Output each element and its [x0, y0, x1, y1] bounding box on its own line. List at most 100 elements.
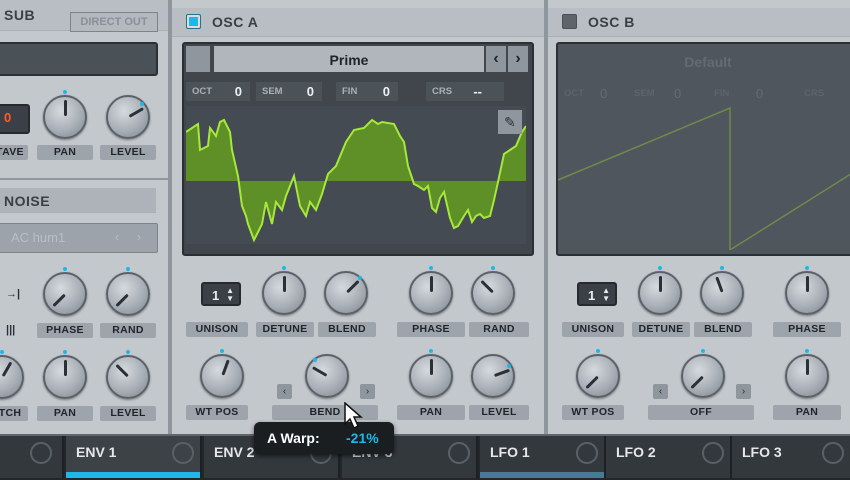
osc-a-blend-knob[interactable] — [324, 271, 368, 315]
noise-title: NOISE — [4, 193, 51, 209]
direct-out-button[interactable]: DIRECT OUT — [70, 12, 158, 32]
osc-a-detune-knob[interactable] — [262, 266, 306, 315]
noise-rand-knob[interactable] — [106, 267, 150, 316]
noise-phase-label: PHASE — [37, 323, 93, 338]
osc-b-sem-label: SEM — [634, 88, 655, 99]
noise-prev-icon[interactable]: ‹ — [115, 230, 119, 244]
tab-lfo-1[interactable]: LFO 1 — [480, 436, 606, 478]
warp-tooltip: A Warp: -21% — [254, 422, 394, 454]
osc-b-title: OSC B — [588, 14, 635, 30]
noise-pitch-label: TCH — [0, 406, 28, 421]
osc-a-crs-value: -- — [473, 84, 482, 99]
osc-a-fin-param[interactable]: FIN 0 — [336, 82, 398, 101]
osc-a-crs-param[interactable]: CRS -- — [426, 82, 504, 101]
stepper-arrows-icon: ▲ ▼ — [226, 286, 234, 303]
osc-b-warp-knob[interactable] — [681, 349, 725, 398]
tab-env-1[interactable]: ENV 1 — [66, 436, 202, 478]
osc-a-warp-prev-button[interactable]: ‹ — [277, 384, 292, 399]
osc-a-fin-label: FIN — [342, 86, 358, 97]
keytrack-icon[interactable]: →| — [6, 288, 20, 300]
sub-octave-value: 0 — [4, 110, 12, 125]
osc-a-prev-wt-button[interactable]: ‹ — [486, 46, 506, 72]
mouse-cursor-icon — [344, 402, 363, 430]
osc-b-blend-knob[interactable] — [700, 266, 744, 315]
osc-a-title: OSC A — [212, 14, 259, 30]
osc-a-oct-param[interactable]: OCT 0 — [186, 82, 250, 101]
sub-octave-label: TAVE — [0, 145, 28, 160]
noise-phase-knob[interactable] — [43, 267, 87, 316]
osc-a-level-knob[interactable] — [471, 354, 515, 398]
noise-level-knob[interactable] — [106, 350, 150, 399]
noise-pan-label: PAN — [37, 406, 93, 421]
retrig-icon[interactable]: ||| — [6, 324, 15, 336]
osc-b-oct-label: OCT — [564, 88, 585, 99]
sub-level-knob[interactable] — [106, 95, 150, 139]
sub-octave-field[interactable]: 0 — [0, 104, 30, 134]
sub-panel: SUB DIRECT OUT 0 TAVE PAN LEVEL — [0, 0, 168, 178]
osc-a-rand-knob[interactable] — [471, 266, 515, 315]
osc-a-sem-param[interactable]: SEM 0 — [256, 82, 322, 101]
tab-lfo-2-label: LFO 2 — [616, 444, 656, 460]
osc-a-oct-label: OCT — [192, 86, 213, 97]
tab-lfo-2[interactable]: LFO 2 — [606, 436, 732, 478]
osc-a-crs-label: CRS — [432, 86, 453, 97]
osc-b-waveform — [558, 106, 850, 250]
osc-b-pan-knob[interactable] — [785, 349, 829, 398]
osc-b-wavetable-name: Default — [684, 54, 732, 70]
osc-b-fin-value: 0 — [756, 86, 764, 101]
osc-b-sem-value: 0 — [674, 86, 682, 101]
osc-a-phase-knob[interactable] — [409, 266, 453, 315]
osc-a-wavetable-display: Prime ‹ › OCT 0 SEM 0 FIN 0 CRS -- ✎ — [182, 42, 534, 256]
noise-pitch-knob[interactable] — [0, 350, 24, 399]
osc-b-unison-label: UNISON — [562, 322, 624, 337]
sub-pan-knob[interactable] — [43, 90, 87, 139]
osc-a-next-wt-button[interactable]: › — [508, 46, 528, 72]
tab-lfo-3-label: LFO 3 — [742, 444, 782, 460]
noise-preset-selector[interactable]: AC hum1 ‹ › — [0, 223, 158, 253]
osc-a-sem-value: 0 — [306, 84, 314, 99]
osc-b-detune-knob[interactable] — [638, 266, 682, 315]
sub-pan-label: PAN — [37, 145, 93, 160]
noise-next-icon[interactable]: › — [137, 230, 141, 244]
osc-b-warp-mode-label[interactable]: OFF — [648, 405, 754, 420]
noise-panel: NOISE AC hum1 ‹ › →| ||| PHASE RAND TCH … — [0, 180, 168, 434]
osc-b-warp-prev-button[interactable]: ‹ — [653, 384, 668, 399]
osc-a-warp-knob[interactable] — [305, 354, 349, 398]
osc-a-unison-label: UNISON — [186, 322, 248, 337]
osc-b-fin-label: FIN — [714, 88, 730, 99]
osc-a-warp-next-button[interactable]: › — [360, 384, 375, 399]
osc-a-sem-label: SEM — [262, 86, 283, 97]
osc-a-wt-menu-button[interactable] — [186, 46, 210, 72]
warp-tooltip-value: -21% — [346, 430, 379, 446]
noise-level-label: LEVEL — [100, 406, 156, 421]
osc-a-detune-label: DETUNE — [256, 322, 314, 337]
osc-b-pan-label: PAN — [773, 405, 841, 420]
osc-a-enable-checkbox[interactable] — [186, 14, 201, 29]
osc-a-waveform[interactable] — [186, 106, 526, 244]
osc-a-unison-value: 1 — [212, 288, 220, 303]
noise-pan-knob[interactable] — [43, 350, 87, 399]
osc-b-crs-label: CRS — [804, 88, 825, 99]
osc-b-detune-label: DETUNE — [632, 322, 690, 337]
osc-a-rand-label: RAND — [469, 322, 529, 337]
sub-level-label: LEVEL — [100, 145, 156, 160]
osc-b-wt-pos-knob[interactable] — [576, 349, 620, 398]
osc-b-warp-next-button[interactable]: › — [736, 384, 751, 399]
osc-a-wt-pos-knob[interactable] — [200, 349, 244, 398]
noise-rand-label: RAND — [100, 323, 156, 338]
osc-b-enable-checkbox[interactable] — [562, 14, 577, 29]
osc-a-unison-stepper[interactable]: 1 ▲ ▼ — [201, 282, 241, 306]
tab-env-1-label: ENV 1 — [76, 444, 117, 460]
osc-b-phase-knob[interactable] — [785, 266, 829, 315]
osc-a-phase-label: PHASE — [397, 322, 465, 337]
osc-a-wavetable-name-field[interactable]: Prime — [214, 46, 484, 72]
tab-cropped[interactable] — [0, 436, 64, 478]
osc-b-unison-stepper[interactable]: 1 ▲ ▼ — [577, 282, 617, 306]
sub-title: SUB — [4, 7, 36, 23]
osc-a-oct-value: 0 — [234, 84, 242, 99]
tab-lfo-3[interactable]: LFO 3 — [732, 436, 850, 478]
osc-a-wavetable-name: Prime — [329, 52, 369, 68]
osc-a-pan-knob[interactable] — [409, 349, 453, 398]
osc-a-pan-label: PAN — [397, 405, 465, 420]
pencil-edit-icon[interactable]: ✎ — [498, 110, 522, 134]
